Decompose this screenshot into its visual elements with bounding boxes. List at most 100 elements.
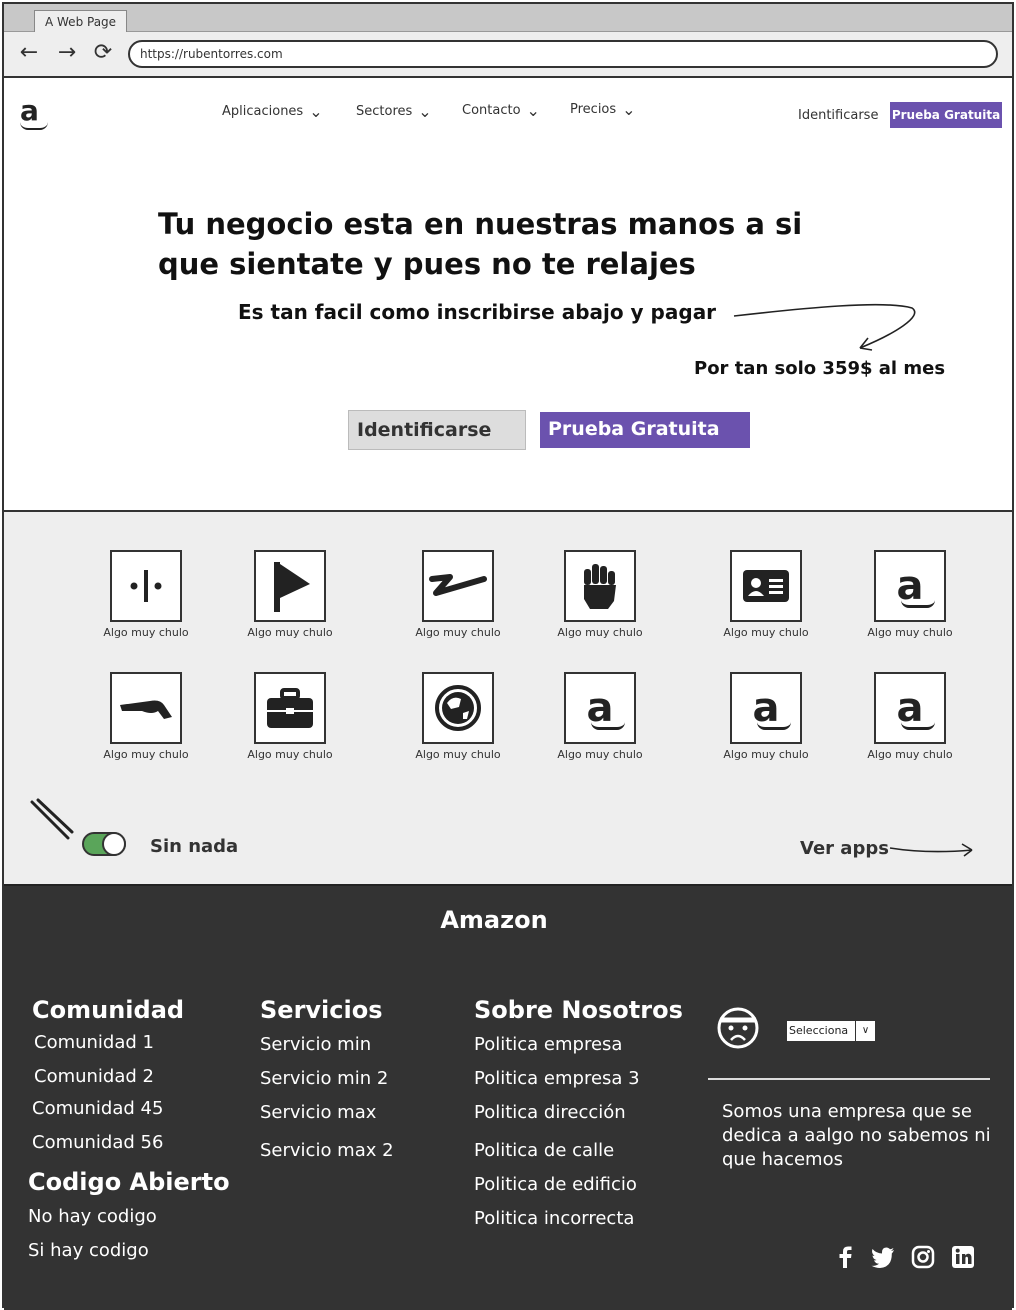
app-tile[interactable]: a Algo muy chulo bbox=[860, 672, 960, 761]
back-arrow-icon[interactable]: ← bbox=[16, 40, 42, 66]
toggle-knob bbox=[102, 832, 126, 856]
app-caption: Algo muy chulo bbox=[723, 748, 809, 761]
app-tile[interactable]: Algo muy chulo bbox=[408, 672, 508, 761]
chevron-down-icon: ∨ bbox=[855, 1021, 875, 1041]
menu-label: Sectores bbox=[356, 104, 413, 119]
app-caption: Algo muy chulo bbox=[867, 748, 953, 761]
chevron-down-icon: ⌄ bbox=[418, 102, 432, 121]
header-login-link[interactable]: Identificarse bbox=[798, 108, 878, 123]
browser-tab[interactable]: A Web Page bbox=[34, 10, 128, 34]
footer-link[interactable]: Politica empresa 3 bbox=[474, 1068, 640, 1089]
app-caption: Algo muy chulo bbox=[247, 626, 333, 639]
toggle-label: Sin nada bbox=[150, 836, 239, 857]
hero-subtitle: Es tan facil como inscribirse abajo y pa… bbox=[238, 300, 717, 324]
chevron-down-icon: ⌄ bbox=[309, 102, 323, 121]
reload-icon[interactable]: ⟳ bbox=[90, 40, 116, 66]
flag-icon bbox=[254, 550, 326, 622]
site-header: a Aplicaciones ⌄ Sectores ⌄ Contacto ⌄ Prec… bbox=[4, 80, 1012, 140]
select-value: Selecciona bbox=[789, 1024, 849, 1037]
login-button[interactable]: Identificarse bbox=[348, 410, 526, 450]
footer-heading-comunidad: Comunidad bbox=[32, 996, 185, 1024]
footer-heading-codigo: Codigo Abierto bbox=[28, 1168, 230, 1196]
arrow-right-icon bbox=[889, 843, 973, 857]
facebook-icon[interactable] bbox=[832, 1244, 858, 1270]
briefcase-icon bbox=[254, 672, 326, 744]
browser-window: A Web Page ← → ⟳ https://rubentorres.com… bbox=[2, 2, 1014, 1310]
menu-aplicaciones[interactable]: Aplicaciones ⌄ bbox=[222, 102, 323, 121]
menu-label: Contacto bbox=[462, 103, 521, 118]
amazon-icon: a bbox=[874, 672, 946, 744]
footer-link[interactable]: Comunidad 1 bbox=[34, 1032, 154, 1053]
instagram-icon[interactable] bbox=[910, 1244, 936, 1270]
pointing-hand-icon bbox=[110, 672, 182, 744]
hero-title: Tu negocio esta en nuestras manos a si q… bbox=[158, 207, 803, 281]
squiggle-icon bbox=[422, 550, 494, 622]
footer-link[interactable]: Servicio max bbox=[260, 1102, 376, 1123]
footer-link[interactable]: Comunidad 2 bbox=[34, 1066, 154, 1087]
fist-icon bbox=[564, 550, 636, 622]
toggle-switch[interactable] bbox=[82, 832, 126, 856]
menu-contacto[interactable]: Contacto ⌄ bbox=[462, 101, 540, 120]
app-tile[interactable]: Algo muy chulo bbox=[550, 550, 650, 639]
footer-link[interactable]: Servicio min bbox=[260, 1034, 371, 1055]
footer-description: Somos una empresa que se dedica a aalgo … bbox=[722, 1101, 991, 1170]
footer-link[interactable]: Politica de edificio bbox=[474, 1174, 637, 1195]
app-caption: Algo muy chulo bbox=[557, 748, 643, 761]
trial-button[interactable]: Prueba Gratuita bbox=[540, 412, 750, 448]
apps-section: Algo muy chulo Algo muy chulo Algo muy c… bbox=[4, 510, 1012, 884]
footer-link[interactable]: Servicio min 2 bbox=[260, 1068, 388, 1089]
footer-link[interactable]: Politica incorrecta bbox=[474, 1208, 634, 1229]
menu-label: Precios bbox=[570, 102, 617, 117]
language-select[interactable]: Selecciona ∨ bbox=[786, 1020, 876, 1042]
app-caption: Algo muy chulo bbox=[415, 748, 501, 761]
switch-indicator-icon bbox=[30, 798, 74, 840]
hero-price: Por tan solo 359$ al mes bbox=[694, 358, 946, 379]
ver-apps-link[interactable]: Ver apps bbox=[800, 838, 889, 859]
app-tile[interactable]: Algo muy chulo bbox=[240, 672, 340, 761]
address-bar: ← → ⟳ https://rubentorres.com bbox=[4, 32, 1012, 78]
app-tile[interactable]: a Algo muy chulo bbox=[860, 550, 960, 639]
face-icon bbox=[717, 1007, 759, 1049]
footer-link[interactable]: Politica empresa bbox=[474, 1034, 622, 1055]
header-trial-button[interactable]: Prueba Gratuita bbox=[890, 102, 1002, 128]
globe-icon bbox=[422, 672, 494, 744]
amazon-logo[interactable]: a bbox=[20, 94, 48, 130]
footer-title: Amazon bbox=[440, 906, 548, 934]
amazon-icon: a bbox=[564, 672, 636, 744]
app-tile[interactable]: Algo muy chulo bbox=[408, 550, 508, 639]
url-input[interactable]: https://rubentorres.com bbox=[128, 40, 998, 68]
amazon-icon: a bbox=[874, 550, 946, 622]
logo-smile bbox=[20, 122, 48, 130]
footer-link[interactable]: Politica de calle bbox=[474, 1140, 614, 1161]
footer-link[interactable]: Si hay codigo bbox=[28, 1240, 149, 1261]
app-tile[interactable]: Algo muy chulo bbox=[716, 550, 816, 639]
app-caption: Algo muy chulo bbox=[557, 626, 643, 639]
footer-heading-sobre: Sobre Nosotros bbox=[474, 996, 683, 1024]
footer-link[interactable]: No hay codigo bbox=[28, 1206, 157, 1227]
tab-bar: A Web Page bbox=[4, 4, 1012, 34]
app-tile[interactable]: a Algo muy chulo bbox=[550, 672, 650, 761]
app-caption: Algo muy chulo bbox=[867, 626, 953, 639]
site-footer: Amazon Comunidad Comunidad 1 Comunidad 2… bbox=[4, 884, 1012, 1310]
curved-arrow-icon bbox=[733, 303, 916, 351]
twitter-icon[interactable] bbox=[870, 1244, 896, 1270]
app-tile[interactable]: a Algo muy chulo bbox=[716, 672, 816, 761]
linkedin-icon[interactable] bbox=[950, 1244, 976, 1270]
chevron-down-icon: ⌄ bbox=[622, 100, 636, 119]
footer-heading-servicios: Servicios bbox=[260, 996, 383, 1024]
app-tile[interactable]: Algo muy chulo bbox=[240, 550, 340, 639]
footer-link[interactable]: Politica dirección bbox=[474, 1102, 626, 1123]
footer-link[interactable]: Comunidad 45 bbox=[32, 1098, 163, 1119]
app-tile[interactable]: Algo muy chulo bbox=[96, 672, 196, 761]
footer-link[interactable]: Servicio max 2 bbox=[260, 1140, 394, 1161]
amazon-icon: a bbox=[730, 672, 802, 744]
menu-sectores[interactable]: Sectores ⌄ bbox=[356, 102, 432, 121]
app-tile[interactable]: Algo muy chulo bbox=[96, 550, 196, 639]
footer-link[interactable]: Comunidad 56 bbox=[32, 1132, 163, 1153]
footer-divider bbox=[708, 1078, 990, 1080]
divider-dots-icon bbox=[110, 550, 182, 622]
menu-precios[interactable]: Precios ⌄ bbox=[570, 100, 636, 119]
app-caption: Algo muy chulo bbox=[415, 626, 501, 639]
id-card-icon bbox=[730, 550, 802, 622]
forward-arrow-icon[interactable]: → bbox=[54, 40, 80, 66]
